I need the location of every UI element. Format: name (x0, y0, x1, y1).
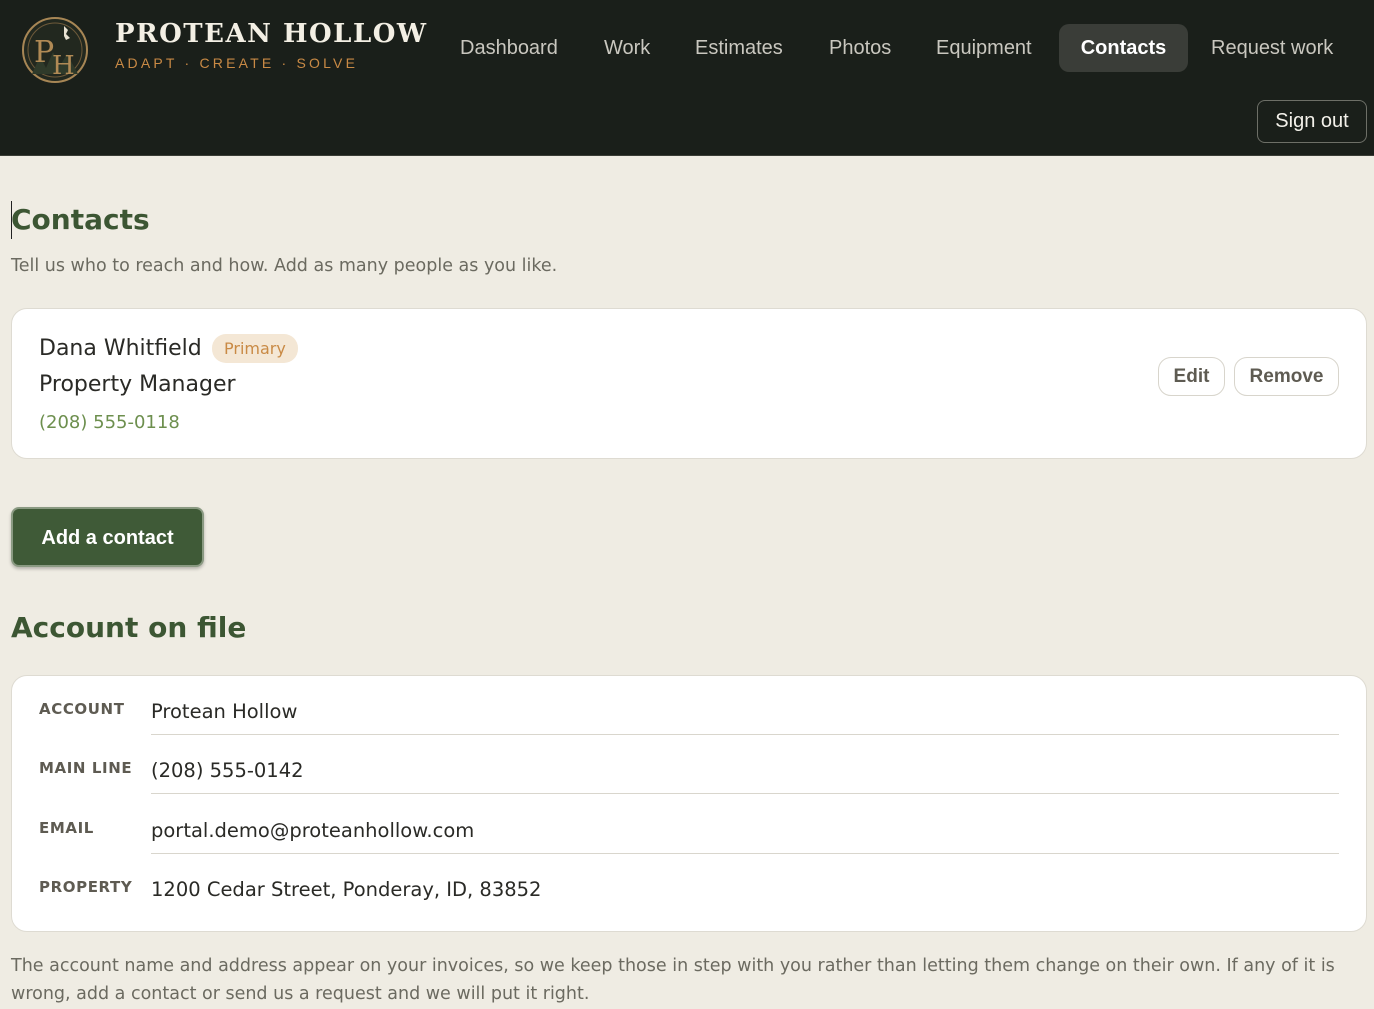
add-contact-button[interactable]: Add a contact (11, 507, 204, 567)
nav-dashboard[interactable]: Dashboard (440, 24, 578, 72)
account-footnote: The account name and address appear on y… (11, 956, 1335, 1004)
account-row-email: EMAIL portal.demo@proteanhollow.com (12, 795, 1368, 854)
contact-role: Property Manager (39, 372, 236, 397)
nav-contacts[interactable]: Contacts (1059, 24, 1188, 72)
email-label: EMAIL (39, 819, 94, 837)
edit-contact-button[interactable]: Edit (1158, 357, 1225, 396)
page-lead-text: Tell us who to reach and how. Add as man… (11, 256, 558, 276)
contact-name: Dana Whitfield (39, 336, 202, 361)
main-line-label: MAIN LINE (39, 759, 133, 777)
brand-tagline: ADAPT · CREATE · SOLVE (115, 55, 359, 71)
property-label: PROPERTY (39, 878, 133, 896)
account-section-title: Account on file (11, 611, 247, 644)
main-line-value: (208) 555-0142 (151, 759, 304, 782)
logo-letter-h: H (52, 51, 75, 81)
contact-card: Dana Whitfield Primary Property Manager … (11, 308, 1367, 459)
account-label: ACCOUNT (39, 700, 125, 718)
sign-out-button[interactable]: Sign out (1257, 100, 1367, 143)
nav-equipment[interactable]: Equipment (916, 24, 1052, 72)
top-navigation-bar: P H PROTEAN HOLLOW ADAPT · CREATE · SOLV… (0, 0, 1374, 156)
brand-name[interactable]: PROTEAN HOLLOW (115, 19, 428, 49)
nav-photos[interactable]: Photos (809, 24, 911, 72)
nav-estimates[interactable]: Estimates (675, 24, 803, 72)
account-row-main-line: MAIN LINE (208) 555-0142 (12, 735, 1368, 794)
row-divider (151, 793, 1339, 794)
email-value: portal.demo@proteanhollow.com (151, 819, 475, 842)
property-value: 1200 Cedar Street, Ponderay, ID, 83852 (151, 878, 542, 901)
nav-request-work[interactable]: Request work (1191, 24, 1353, 72)
ph-monogram-logo-icon[interactable]: P H (20, 16, 90, 84)
remove-contact-button[interactable]: Remove (1234, 357, 1339, 396)
page-title: Contacts (11, 203, 150, 236)
nav-work[interactable]: Work (584, 24, 670, 72)
account-row-account: ACCOUNT Protean Hollow (12, 676, 1368, 735)
account-row-property: PROPERTY 1200 Cedar Street, Ponderay, ID… (12, 854, 1368, 913)
primary-badge: Primary (212, 334, 298, 363)
account-value: Protean Hollow (151, 700, 298, 723)
account-card: ACCOUNT Protean Hollow MAIN LINE (208) 5… (11, 675, 1367, 932)
contact-phone-link[interactable]: (208) 555-0118 (39, 412, 180, 433)
